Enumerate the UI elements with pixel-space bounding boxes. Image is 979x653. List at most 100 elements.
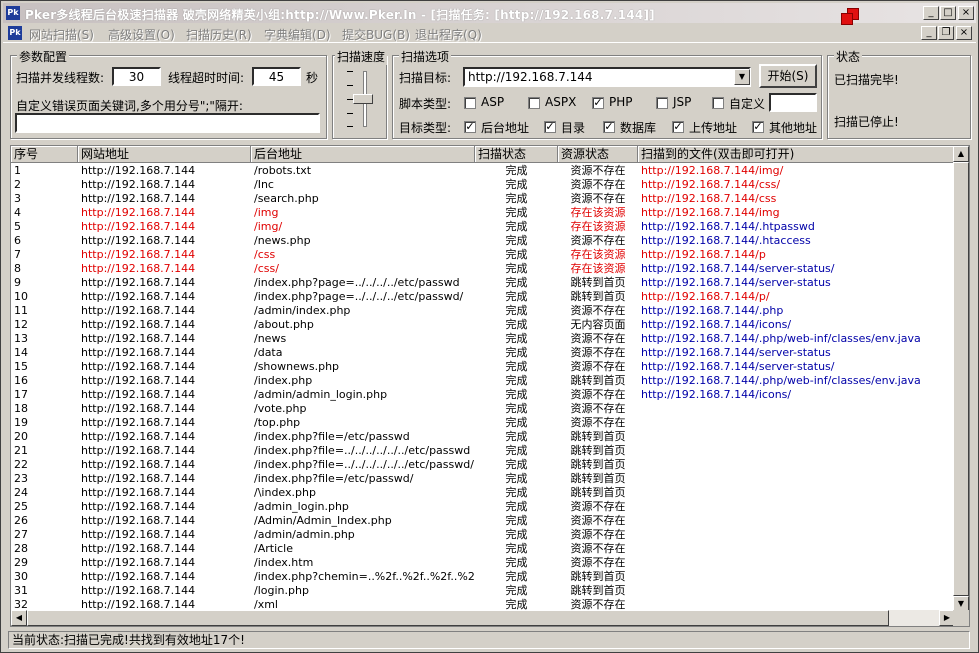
- col-found-file-header[interactable]: 扫描到的文件(双击即可打开): [638, 146, 955, 162]
- col-site-url-cell: http://192.168.7.144: [81, 234, 196, 247]
- table-row[interactable]: 27 http://192.168.7.144/admin/admin.php 完成…: [11, 528, 956, 542]
- table-row[interactable]: 6 http://192.168.7.144/news.php 完成 资源不存在 htt…: [11, 234, 956, 248]
- table-row[interactable]: 31 http://192.168.7.144/login.php 完成 跳转到首页: [11, 584, 956, 598]
- close-button[interactable]: ×: [958, 6, 974, 20]
- maximize-button[interactable]: □: [940, 6, 956, 20]
- menu-scan-history[interactable]: 扫描历史(R): [186, 26, 252, 43]
- col-admin-path-cell: /img: [254, 206, 279, 219]
- table-row[interactable]: 5 http://192.168.7.144/img/完成 存在该资源 http://…: [11, 220, 956, 234]
- vertical-scrollbar[interactable]: ▲ ▼: [953, 146, 969, 612]
- table-row[interactable]: 22 http://192.168.7.144/index.php?file=..…: [11, 458, 956, 472]
- error-keyword-input[interactable]: [15, 113, 320, 133]
- table-row[interactable]: 30 http://192.168.7.144/index.php?chemin=…: [11, 570, 956, 584]
- table-row[interactable]: 21 http://192.168.7.144/index.php?file=..…: [11, 444, 956, 458]
- target-type-label: 目标类型:: [399, 121, 452, 135]
- table-row[interactable]: 28 http://192.168.7.144/Article 完成 资源不存在: [11, 542, 956, 556]
- table-row[interactable]: 9 http://192.168.7.144/index.php?page=../…: [11, 276, 956, 290]
- vertical-scroll-thumb[interactable]: [953, 162, 969, 596]
- jsp-checkbox[interactable]: [656, 97, 668, 109]
- table-row[interactable]: 3 http://192.168.7.144/search.php 完成 资源不存在 h…: [11, 192, 956, 206]
- table-row[interactable]: 20 http://192.168.7.144/index.php?file=/e…: [11, 430, 956, 444]
- table-row[interactable]: 7 http://192.168.7.144/css 完成 存在该资源 http://1…: [11, 248, 956, 262]
- speed-slider-thumb[interactable]: [353, 94, 373, 104]
- table-row[interactable]: 12 http://192.168.7.144/about.php 完成 无内容页面 h…: [11, 318, 956, 332]
- table-row[interactable]: 16 http://192.168.7.144/index.php 完成 跳转到首页 h…: [11, 374, 956, 388]
- menu-advanced-settings[interactable]: 高级设置(O): [108, 26, 175, 43]
- asp-checkbox[interactable]: [464, 97, 476, 109]
- col-site-url-header[interactable]: 网站地址: [78, 146, 251, 162]
- col-resource-status-cell: 资源不存在: [570, 332, 626, 345]
- col-admin-path-header[interactable]: 后台地址: [251, 146, 475, 162]
- window-title: Pker多线程后台极速扫描器 破壳网络精英小组:http://Www.Pker.…: [25, 8, 655, 22]
- col-index-cell: 15: [14, 360, 28, 373]
- table-row[interactable]: 4 http://192.168.7.144/img 完成 存在该资源 http://1…: [11, 206, 956, 220]
- menu-site-scan[interactable]: 网站扫描(S): [29, 26, 94, 43]
- scroll-left-icon[interactable]: ◀: [11, 610, 27, 626]
- child-restore-button[interactable]: ❐: [938, 26, 954, 40]
- col-scan-status-cell: 完成: [505, 388, 528, 401]
- table-row[interactable]: 11 http://192.168.7.144/admin/index.php 完成…: [11, 304, 956, 318]
- col-scan-status-cell: 完成: [505, 402, 528, 415]
- table-row[interactable]: 15 http://192.168.7.144/shownews.php 完成 资源不…: [11, 360, 956, 374]
- table-row[interactable]: 29 http://192.168.7.144/index.htm 完成 资源不存在: [11, 556, 956, 570]
- col-admin-path-cell: /admin/admin.php: [254, 528, 355, 541]
- horizontal-scroll-thumb[interactable]: [27, 610, 889, 626]
- table-row[interactable]: 23 http://192.168.7.144/index.php?file=/e…: [11, 472, 956, 486]
- col-index-cell: 9: [14, 276, 21, 289]
- child-minimize-button[interactable]: _: [921, 26, 937, 40]
- col-admin-path-cell: /admin/index.php: [254, 304, 351, 317]
- start-button[interactable]: 开始(S): [759, 64, 817, 88]
- php-checkbox[interactable]: ✓: [592, 97, 604, 109]
- timeout-input[interactable]: 45: [252, 67, 301, 86]
- col-index-cell: 5: [14, 220, 21, 233]
- table-row[interactable]: 2 http://192.168.7.144/Inc 完成 资源不存在 http://1…: [11, 178, 956, 192]
- table-row[interactable]: 25 http://192.168.7.144/admin_login.php 完成…: [11, 500, 956, 514]
- col-index-header[interactable]: 序号: [11, 146, 78, 162]
- table-row[interactable]: 24 http://192.168.7.144 /\index.php 完成 跳转到首页: [11, 486, 956, 500]
- table-row[interactable]: 14 http://192.168.7.144/data 完成 资源不存在 http:/…: [11, 346, 956, 360]
- table-row[interactable]: 17 http://192.168.7.144/admin/admin_login…: [11, 388, 956, 402]
- target-dropdown-icon[interactable]: ▼: [734, 69, 750, 85]
- menu-exit[interactable]: 退出程序(Q): [415, 26, 482, 43]
- custom-checkbox[interactable]: [712, 97, 724, 109]
- results-table[interactable]: 序号 网站地址 后台地址 扫描状态 资源状态 扫描到的文件(双击即可打开) 1 http:/…: [10, 145, 970, 627]
- col-resource-status-header[interactable]: 资源状态: [558, 146, 638, 162]
- table-row[interactable]: 19 http://192.168.7.144/top.php 完成 资源不存在: [11, 416, 956, 430]
- child-close-button[interactable]: ×: [956, 26, 972, 40]
- col-site-url-cell: http://192.168.7.144: [81, 360, 196, 373]
- menu-dictionary-edit[interactable]: 字典编辑(D): [264, 26, 331, 43]
- target-combobox[interactable]: http://192.168.7.144: [463, 67, 751, 87]
- other-path-checkbox[interactable]: ✓: [752, 121, 764, 133]
- menu-submit-bug[interactable]: 提交BUG(B): [342, 26, 410, 43]
- col-admin-path-cell: /index.php?file=/etc/passwd: [254, 430, 410, 443]
- aspx-checkbox[interactable]: [528, 97, 540, 109]
- col-scan-status-cell: 完成: [505, 542, 528, 555]
- table-row[interactable]: 10 http://192.168.7.144/index.php?page=..…: [11, 290, 956, 304]
- scroll-up-icon[interactable]: ▲: [953, 146, 969, 162]
- table-row[interactable]: 1 http://192.168.7.144/robots.txt 完成 资源不存在 h…: [11, 164, 956, 178]
- col-scan-status-header[interactable]: 扫描状态: [475, 146, 558, 162]
- table-row[interactable]: 13 http://192.168.7.144/news 完成 资源不存在 http:/…: [11, 332, 956, 346]
- custom-extension-input[interactable]: [769, 93, 817, 112]
- table-row[interactable]: 8 http://192.168.7.144/css/完成 存在该资源 http://…: [11, 262, 956, 276]
- col-site-url-cell: http://192.168.7.144: [81, 430, 196, 443]
- col-index-cell: 27: [14, 528, 28, 541]
- upload-path-checkbox[interactable]: ✓: [672, 121, 684, 133]
- col-site-url-cell: http://192.168.7.144: [81, 444, 196, 457]
- directory-checkbox[interactable]: ✓: [544, 121, 556, 133]
- horizontal-scrollbar[interactable]: ◀ ▶: [11, 610, 955, 626]
- col-index-cell: 20: [14, 430, 28, 443]
- table-row[interactable]: 18 http://192.168.7.144/vote.php 完成 资源不存在: [11, 402, 956, 416]
- minimize-button[interactable]: _: [923, 6, 939, 20]
- col-found-file-cell: http://192.168.7.144/.php: [641, 304, 784, 317]
- script-type-label: 脚本类型:: [399, 97, 452, 111]
- table-row[interactable]: 26 http://192.168.7.144/Admin/Admin_Index…: [11, 514, 956, 528]
- col-found-file-cell: http://192.168.7.144/.htpasswd: [641, 220, 815, 233]
- database-checkbox[interactable]: ✓: [603, 121, 615, 133]
- threads-input[interactable]: 30: [112, 67, 161, 86]
- col-admin-path-cell: /login.php: [254, 584, 309, 597]
- table-header: 序号 网站地址 后台地址 扫描状态 资源状态 扫描到的文件(双击即可打开): [11, 146, 955, 163]
- admin-path-checkbox[interactable]: ✓: [464, 121, 476, 133]
- col-index-cell: 12: [14, 318, 28, 331]
- col-admin-path-cell: /index.php?file=/etc/passwd/: [254, 472, 414, 485]
